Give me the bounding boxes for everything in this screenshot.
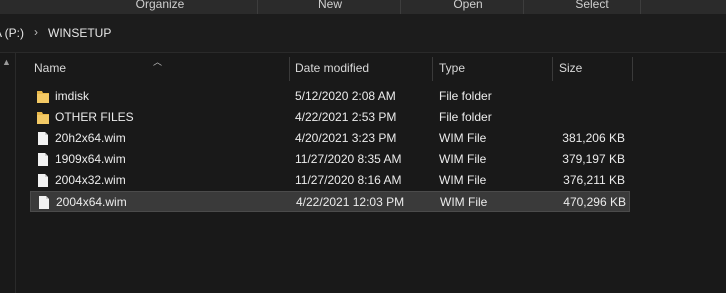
ribbon-divider [523, 0, 524, 14]
column-header-size[interactable]: Size [559, 53, 629, 83]
column-header-type[interactable]: Type [439, 53, 549, 83]
list-item[interactable]: 1909x64.wim 11/27/2020 8:35 AM WIM File … [30, 149, 630, 170]
file-size: 376,211 KB [563, 173, 625, 187]
file-type: File folder [439, 110, 492, 124]
file-type: WIM File [439, 152, 487, 166]
ribbon-group-open[interactable]: Open [428, 0, 508, 14]
file-date: 11/27/2020 8:16 AM [295, 173, 402, 187]
file-name: OTHER FILES [55, 110, 134, 124]
file-icon [36, 152, 50, 167]
file-size: 379,197 KB [562, 152, 625, 166]
file-name: 2004x64.wim [56, 195, 127, 209]
column-divider[interactable] [632, 57, 633, 81]
file-size: 470,296 KB [563, 195, 626, 209]
navigation-pane: ▲ [0, 53, 16, 293]
sort-ascending-icon: ︿ [153, 57, 163, 67]
file-icon [37, 195, 51, 210]
column-header-date-modified[interactable]: Date modified [295, 53, 430, 83]
file-date: 4/20/2021 3:23 PM [295, 131, 397, 145]
folder-icon [36, 110, 50, 125]
list-item[interactable]: imdisk 5/12/2020 2:08 AM File folder [30, 86, 630, 107]
file-size [535, 86, 625, 107]
file-type: File folder [439, 89, 492, 103]
file-date: 11/27/2020 8:35 AM [295, 152, 402, 166]
file-date: 4/22/2021 12:03 PM [296, 195, 405, 209]
file-icon [36, 131, 50, 146]
ribbon-divider [257, 0, 258, 14]
file-icon [36, 173, 50, 188]
column-divider[interactable] [552, 57, 553, 81]
folder-icon [36, 89, 50, 104]
file-name: 1909x64.wim [55, 152, 126, 166]
file-type: WIM File [439, 131, 487, 145]
file-type: WIM File [440, 195, 488, 209]
file-size [535, 107, 625, 128]
column-divider[interactable] [432, 57, 433, 81]
file-name: 2004x32.wim [55, 173, 126, 187]
list-item[interactable]: 20h2x64.wim 4/20/2021 3:23 PM WIM File 3… [30, 128, 630, 149]
list-item[interactable]: 2004x32.wim 11/27/2020 8:16 AM WIM File … [30, 170, 630, 191]
ribbon-divider [640, 0, 641, 14]
column-header-row: Name Date modified Type Size [16, 53, 726, 83]
ribbon-group-select[interactable]: Select [552, 0, 632, 14]
file-date: 5/12/2020 2:08 AM [295, 89, 396, 103]
list-item[interactable]: OTHER FILES 4/22/2021 2:53 PM File folde… [30, 107, 630, 128]
breadcrumb-chevron-icon[interactable]: › [34, 25, 38, 39]
file-date: 4/22/2021 2:53 PM [295, 110, 397, 124]
scroll-up-arrow-icon[interactable]: ▲ [2, 57, 11, 67]
ribbon: Organize New Open Select [0, 0, 726, 14]
column-divider[interactable] [289, 57, 290, 81]
list-item-selected[interactable]: 2004x64.wim 4/22/2021 12:03 PM WIM File … [30, 191, 630, 212]
ribbon-group-new[interactable]: New [290, 0, 370, 14]
file-size: 381,206 KB [562, 131, 625, 145]
ribbon-group-organize[interactable]: Organize [120, 0, 200, 14]
ribbon-divider [400, 0, 401, 14]
address-bar[interactable]: A (P:) › WINSETUP [0, 14, 726, 53]
file-name: imdisk [55, 89, 90, 103]
file-name: 20h2x64.wim [55, 131, 126, 145]
breadcrumb-current-folder[interactable]: WINSETUP [48, 26, 111, 40]
breadcrumb-drive[interactable]: A (P:) [0, 26, 24, 40]
file-type: WIM File [439, 173, 487, 187]
